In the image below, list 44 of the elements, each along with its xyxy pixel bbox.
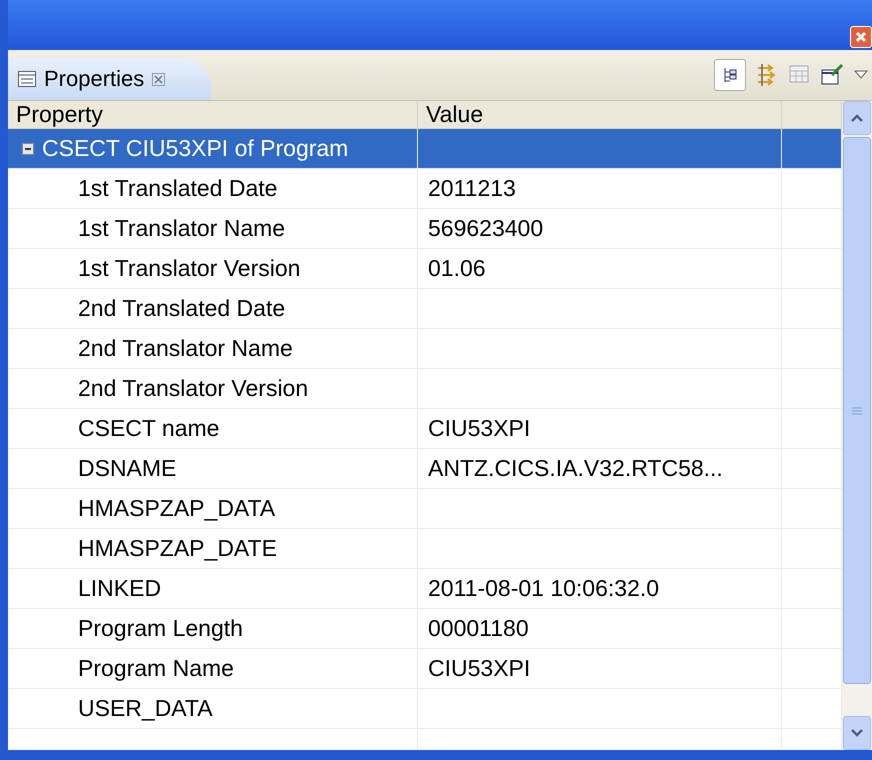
property-cell: 1st Translator Version <box>8 249 418 288</box>
chevron-up-icon <box>851 114 863 122</box>
property-cell: CSECT name <box>8 409 418 448</box>
value-cell: 01.06 <box>418 249 782 288</box>
property-cell: Program Name <box>8 649 418 688</box>
column-header[interactable]: Property <box>8 101 418 128</box>
scrollbar[interactable] <box>842 101 872 750</box>
value-cell: 2011-08-01 10:06:32.0 <box>418 569 782 608</box>
grip-icon <box>851 406 863 414</box>
dropdown-icon[interactable] <box>854 70 868 80</box>
value-cell: 569623400 <box>418 209 782 248</box>
table-icon <box>18 71 36 87</box>
collapse-icon[interactable] <box>22 142 34 154</box>
scroll-thumb[interactable] <box>843 137 871 684</box>
properties-tab[interactable]: Properties <box>8 58 212 100</box>
property-cell: 1st Translated Date <box>8 169 418 208</box>
pin-icon[interactable] <box>820 63 846 87</box>
group-label: CSECT CIU53XPI of Program <box>42 135 348 162</box>
property-cell: HMASPZAP_DATE <box>8 529 418 568</box>
chevron-down-icon <box>851 729 863 737</box>
property-cell: Program Length <box>8 609 418 648</box>
property-cell: 2nd Translator Name <box>8 329 418 368</box>
property-cell: HMASPZAP_DATA <box>8 489 418 528</box>
tree-icon <box>722 66 738 84</box>
property-cell: LINKED <box>8 569 418 608</box>
value-cell: CIU53XPI <box>418 649 782 688</box>
scroll-up-button[interactable] <box>843 101 871 135</box>
column-header[interactable]: Value <box>418 101 782 128</box>
close-icon <box>855 31 867 43</box>
property-cell: 1st Translator Name <box>8 209 418 248</box>
value-cell: CIU53XPI <box>418 409 782 448</box>
scroll-down-button[interactable] <box>843 716 871 750</box>
value-cell: 2011213 <box>418 169 782 208</box>
group-row[interactable]: CSECT CIU53XPI of Program <box>8 129 842 169</box>
property-cell: 2nd Translated Date <box>8 289 418 328</box>
tab-label: Properties <box>44 66 144 92</box>
close-button[interactable] <box>850 26 872 48</box>
property-cell: USER_DATA <box>8 689 418 728</box>
property-cell: DSNAME <box>8 449 418 488</box>
close-icon[interactable] <box>152 72 166 86</box>
value-cell: ANTZ.CICS.IA.V32.RTC58... <box>418 449 782 488</box>
property-cell: 2nd Translator Version <box>8 369 418 408</box>
value-cell: 00001180 <box>418 609 782 648</box>
tree-view-button[interactable] <box>714 59 746 91</box>
